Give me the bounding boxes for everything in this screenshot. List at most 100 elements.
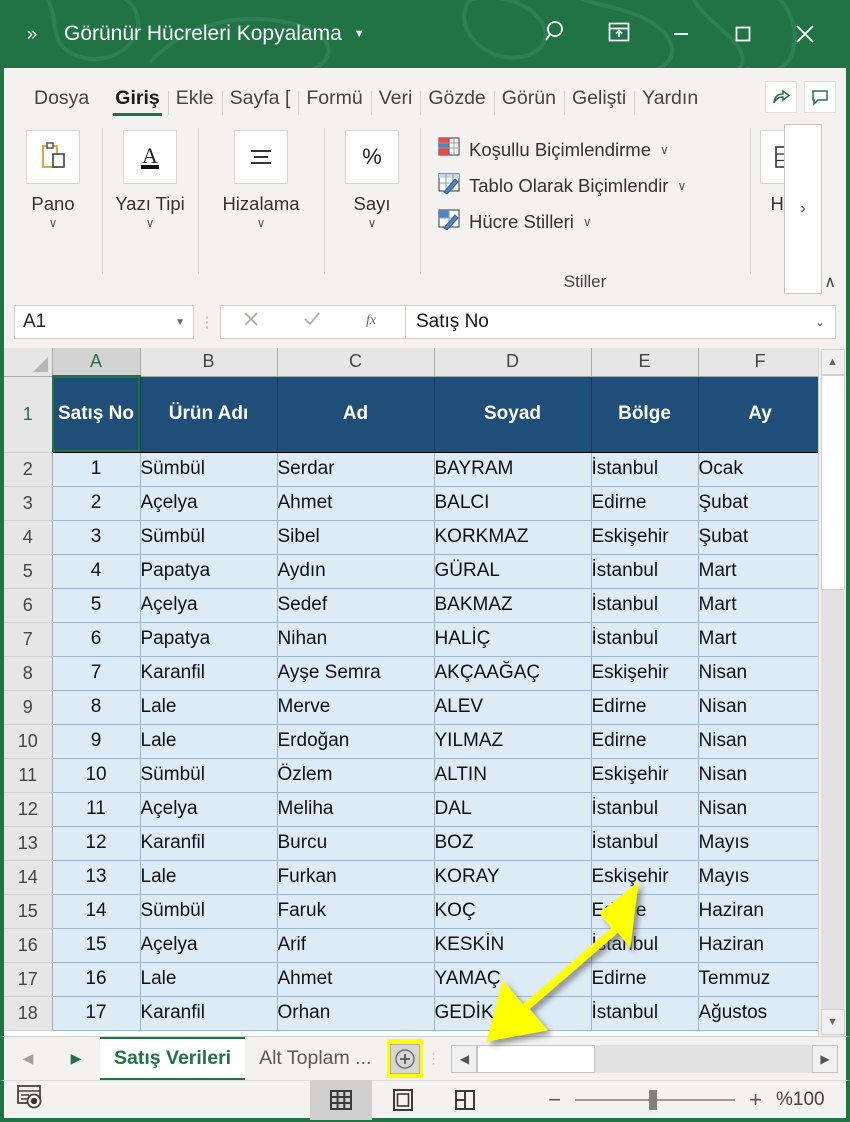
collapse-ribbon-button[interactable]: ∧ xyxy=(824,272,836,292)
row-header-9[interactable]: 9 xyxy=(4,690,53,725)
cell-e14[interactable]: Eskişehir xyxy=(591,860,699,895)
cell-d2[interactable]: BAYRAM xyxy=(434,452,592,487)
tab-gorunum[interactable]: Görün xyxy=(493,89,564,119)
cell-f11[interactable]: Nisan xyxy=(698,758,818,793)
cell-d17[interactable]: YAMAÇ xyxy=(434,962,592,997)
ribbon-overflow-button[interactable]: › xyxy=(784,124,822,294)
row-header-17[interactable]: 17 xyxy=(4,962,53,997)
close-button[interactable] xyxy=(774,9,836,59)
pano-dropdown-caret-icon[interactable]: ∨ xyxy=(49,216,58,230)
row-header-7[interactable]: 7 xyxy=(4,622,53,657)
tab-dosya[interactable]: Dosya xyxy=(18,89,107,119)
cell-f1[interactable]: Ay xyxy=(698,376,818,453)
cell-f14[interactable]: Mayıs xyxy=(698,860,818,895)
cell-a15[interactable]: 14 xyxy=(52,894,141,929)
normal-view-button[interactable] xyxy=(310,1079,372,1120)
cell-f7[interactable]: Mart xyxy=(698,622,818,657)
cell-a2[interactable]: 1 xyxy=(52,452,141,487)
sheet-tab-alt-toplam[interactable]: Alt Toplam ... xyxy=(245,1037,385,1080)
cell-e2[interactable]: İstanbul xyxy=(591,452,699,487)
row-header-11[interactable]: 11 xyxy=(4,758,53,793)
column-header-f[interactable]: F xyxy=(698,348,818,377)
cell-a3[interactable]: 2 xyxy=(52,486,141,521)
cell-c2[interactable]: Serdar xyxy=(277,452,435,487)
paste-button[interactable] xyxy=(26,130,80,184)
cell-e7[interactable]: İstanbul xyxy=(591,622,699,657)
tab-sayfa-duzeni[interactable]: Sayfa [ xyxy=(221,89,299,119)
quick-access-overflow-icon[interactable]: » xyxy=(0,25,64,44)
row-header-8[interactable]: 8 xyxy=(4,656,53,691)
cell-a9[interactable]: 8 xyxy=(52,690,141,725)
cell-d14[interactable]: KORAY xyxy=(434,860,592,895)
cell-b5[interactable]: Papatya xyxy=(140,554,278,589)
cell-c6[interactable]: Sedef xyxy=(277,588,435,623)
row-header-2[interactable]: 2 xyxy=(4,452,53,487)
cell-b7[interactable]: Papatya xyxy=(140,622,278,657)
tab-gelistirici[interactable]: Gelişti xyxy=(563,89,634,119)
sheet-nav-prev-icon[interactable]: ◀ xyxy=(23,1050,34,1067)
cell-c17[interactable]: Ahmet xyxy=(277,962,435,997)
row-header-6[interactable]: 6 xyxy=(4,588,53,623)
cell-f18[interactable]: Ağustos xyxy=(698,996,818,1031)
cell-c18[interactable]: Orhan xyxy=(277,996,435,1031)
tab-yardim[interactable]: Yardın xyxy=(634,89,706,119)
cell-f3[interactable]: Şubat xyxy=(698,486,818,521)
cell-b13[interactable]: Karanfil xyxy=(140,826,278,861)
cell-e8[interactable]: Eskişehir xyxy=(591,656,699,691)
maximize-button[interactable] xyxy=(712,9,774,59)
row-header-3[interactable]: 3 xyxy=(4,486,53,521)
cell-d7[interactable]: HALİÇ xyxy=(434,622,592,657)
row-header-14[interactable]: 14 xyxy=(4,860,53,895)
cell-d12[interactable]: DAL xyxy=(434,792,592,827)
cell-a18[interactable]: 17 xyxy=(52,996,141,1031)
fx-icon[interactable]: fx xyxy=(363,309,385,335)
cell-e18[interactable]: İstanbul xyxy=(591,996,699,1031)
cell-c10[interactable]: Erdoğan xyxy=(277,724,435,759)
cell-a16[interactable]: 15 xyxy=(52,928,141,963)
tab-giris[interactable]: Giriş xyxy=(107,89,167,119)
cell-e5[interactable]: İstanbul xyxy=(591,554,699,589)
cell-a11[interactable]: 10 xyxy=(52,758,141,793)
cell-b14[interactable]: Lale xyxy=(140,860,278,895)
cell-f10[interactable]: Nisan xyxy=(698,724,818,759)
ribbon-display-options-button[interactable] xyxy=(588,9,650,59)
cell-b12[interactable]: Açelya xyxy=(140,792,278,827)
sheet-tab-satis-verileri[interactable]: Satış Verileri xyxy=(100,1037,246,1080)
cell-b4[interactable]: Sümbül xyxy=(140,520,278,555)
tab-gozden-gecir[interactable]: Gözde xyxy=(420,89,493,119)
column-header-a[interactable]: A xyxy=(52,348,141,377)
row-header-16[interactable]: 16 xyxy=(4,928,53,963)
sheet-nav-next-icon[interactable]: ▶ xyxy=(71,1050,82,1067)
format-as-table-button[interactable]: Tablo Olarak Biçimlendir ∨ xyxy=(438,172,740,199)
cell-f9[interactable]: Nisan xyxy=(698,690,818,725)
cell-c7[interactable]: Nihan xyxy=(277,622,435,657)
row-header-10[interactable]: 10 xyxy=(4,724,53,759)
cell-styles-caret-icon[interactable]: ∨ xyxy=(583,215,592,229)
column-header-e[interactable]: E xyxy=(591,348,699,377)
cell-f17[interactable]: Temmuz xyxy=(698,962,818,997)
hscroll-left-button[interactable]: ◀ xyxy=(451,1044,478,1073)
cell-b8[interactable]: Karanfil xyxy=(140,656,278,691)
cell-c16[interactable]: Arif xyxy=(277,928,435,963)
worksheet-grid[interactable]: A B C D E F 1 Satış No Ürün Adı Ad Soyad… xyxy=(4,348,818,1036)
comments-button[interactable] xyxy=(804,81,836,113)
scroll-down-button[interactable]: ▼ xyxy=(820,1009,845,1035)
cell-c5[interactable]: Aydın xyxy=(277,554,435,589)
cell-e15[interactable]: Edirne xyxy=(591,894,699,929)
cell-b2[interactable]: Sümbül xyxy=(140,452,278,487)
sheet-tab-splitter[interactable]: ⋮ xyxy=(423,1037,443,1080)
cell-c1[interactable]: Ad xyxy=(277,376,435,453)
search-button[interactable] xyxy=(526,9,588,59)
cell-b6[interactable]: Açelya xyxy=(140,588,278,623)
cell-f5[interactable]: Mart xyxy=(698,554,818,589)
cell-e12[interactable]: İstanbul xyxy=(591,792,699,827)
cell-f15[interactable]: Haziran xyxy=(698,894,818,929)
share-button[interactable] xyxy=(765,81,797,113)
vertical-scroll-track[interactable] xyxy=(820,375,845,1009)
cell-a7[interactable]: 6 xyxy=(52,622,141,657)
title-dropdown-caret-icon[interactable]: ▼ xyxy=(354,28,365,40)
cell-c4[interactable]: Sibel xyxy=(277,520,435,555)
cell-b11[interactable]: Sümbül xyxy=(140,758,278,793)
page-layout-view-button[interactable] xyxy=(372,1080,434,1120)
zoom-out-button[interactable]: − xyxy=(548,1087,561,1113)
